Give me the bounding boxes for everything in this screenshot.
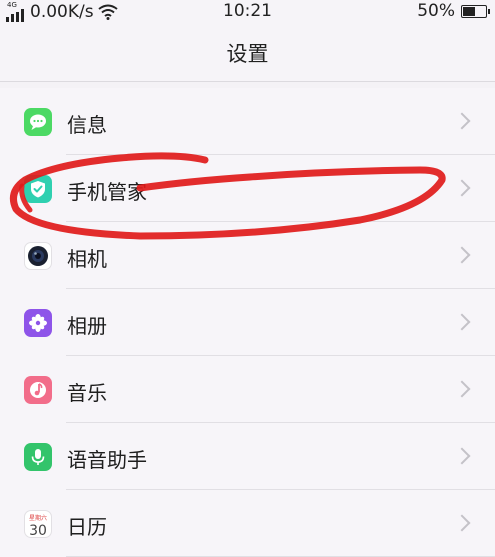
calendar-date: 30 bbox=[29, 523, 47, 538]
chevron-right-icon bbox=[453, 179, 471, 197]
chevron-right-icon bbox=[453, 246, 471, 264]
shield-icon bbox=[24, 175, 52, 203]
calendar-weekday: 星期六 bbox=[28, 515, 47, 522]
settings-item-music[interactable]: 音乐 bbox=[0, 356, 495, 423]
settings-item-label: 相机 bbox=[67, 247, 107, 271]
settings-item-camera[interactable]: 相机 bbox=[0, 222, 495, 289]
microphone-icon bbox=[24, 443, 52, 471]
settings-item-label: 信息 bbox=[67, 113, 107, 137]
nav-bar: 设置 bbox=[0, 26, 495, 82]
settings-item-phone-manager[interactable]: 手机管家 bbox=[0, 155, 495, 222]
music-icon bbox=[24, 376, 52, 404]
settings-item-voice-assistant[interactable]: 语音助手 bbox=[0, 423, 495, 490]
chevron-right-icon bbox=[453, 514, 471, 532]
chevron-right-icon bbox=[453, 313, 471, 331]
settings-item-label: 相册 bbox=[67, 314, 107, 338]
settings-item-label: 日历 bbox=[67, 515, 107, 539]
settings-item-label: 手机管家 bbox=[67, 180, 147, 204]
settings-list: 信息 手机管家 相机 相册 音乐 语音助手 星期六 30 日历 bbox=[0, 88, 495, 557]
chevron-right-icon bbox=[453, 112, 471, 130]
battery-percent: 50% bbox=[417, 1, 455, 21]
photos-icon bbox=[24, 309, 52, 337]
chevron-right-icon bbox=[453, 447, 471, 465]
settings-item-calendar[interactable]: 星期六 30 日历 bbox=[0, 490, 495, 557]
page-title: 设置 bbox=[226, 42, 269, 66]
camera-icon bbox=[24, 242, 52, 270]
settings-item-label: 语音助手 bbox=[67, 448, 147, 472]
status-right: 50% bbox=[417, 1, 490, 21]
message-icon bbox=[24, 108, 52, 136]
settings-item-label: 音乐 bbox=[67, 381, 107, 405]
calendar-icon: 星期六 30 bbox=[24, 510, 52, 538]
settings-item-messages[interactable]: 信息 bbox=[0, 88, 495, 155]
chevron-right-icon bbox=[453, 380, 471, 398]
battery-icon bbox=[461, 4, 490, 18]
status-bar: 4G 0.00K/s 10:21 50% bbox=[0, 0, 495, 26]
settings-item-photos[interactable]: 相册 bbox=[0, 289, 495, 356]
battery-level bbox=[463, 6, 475, 16]
